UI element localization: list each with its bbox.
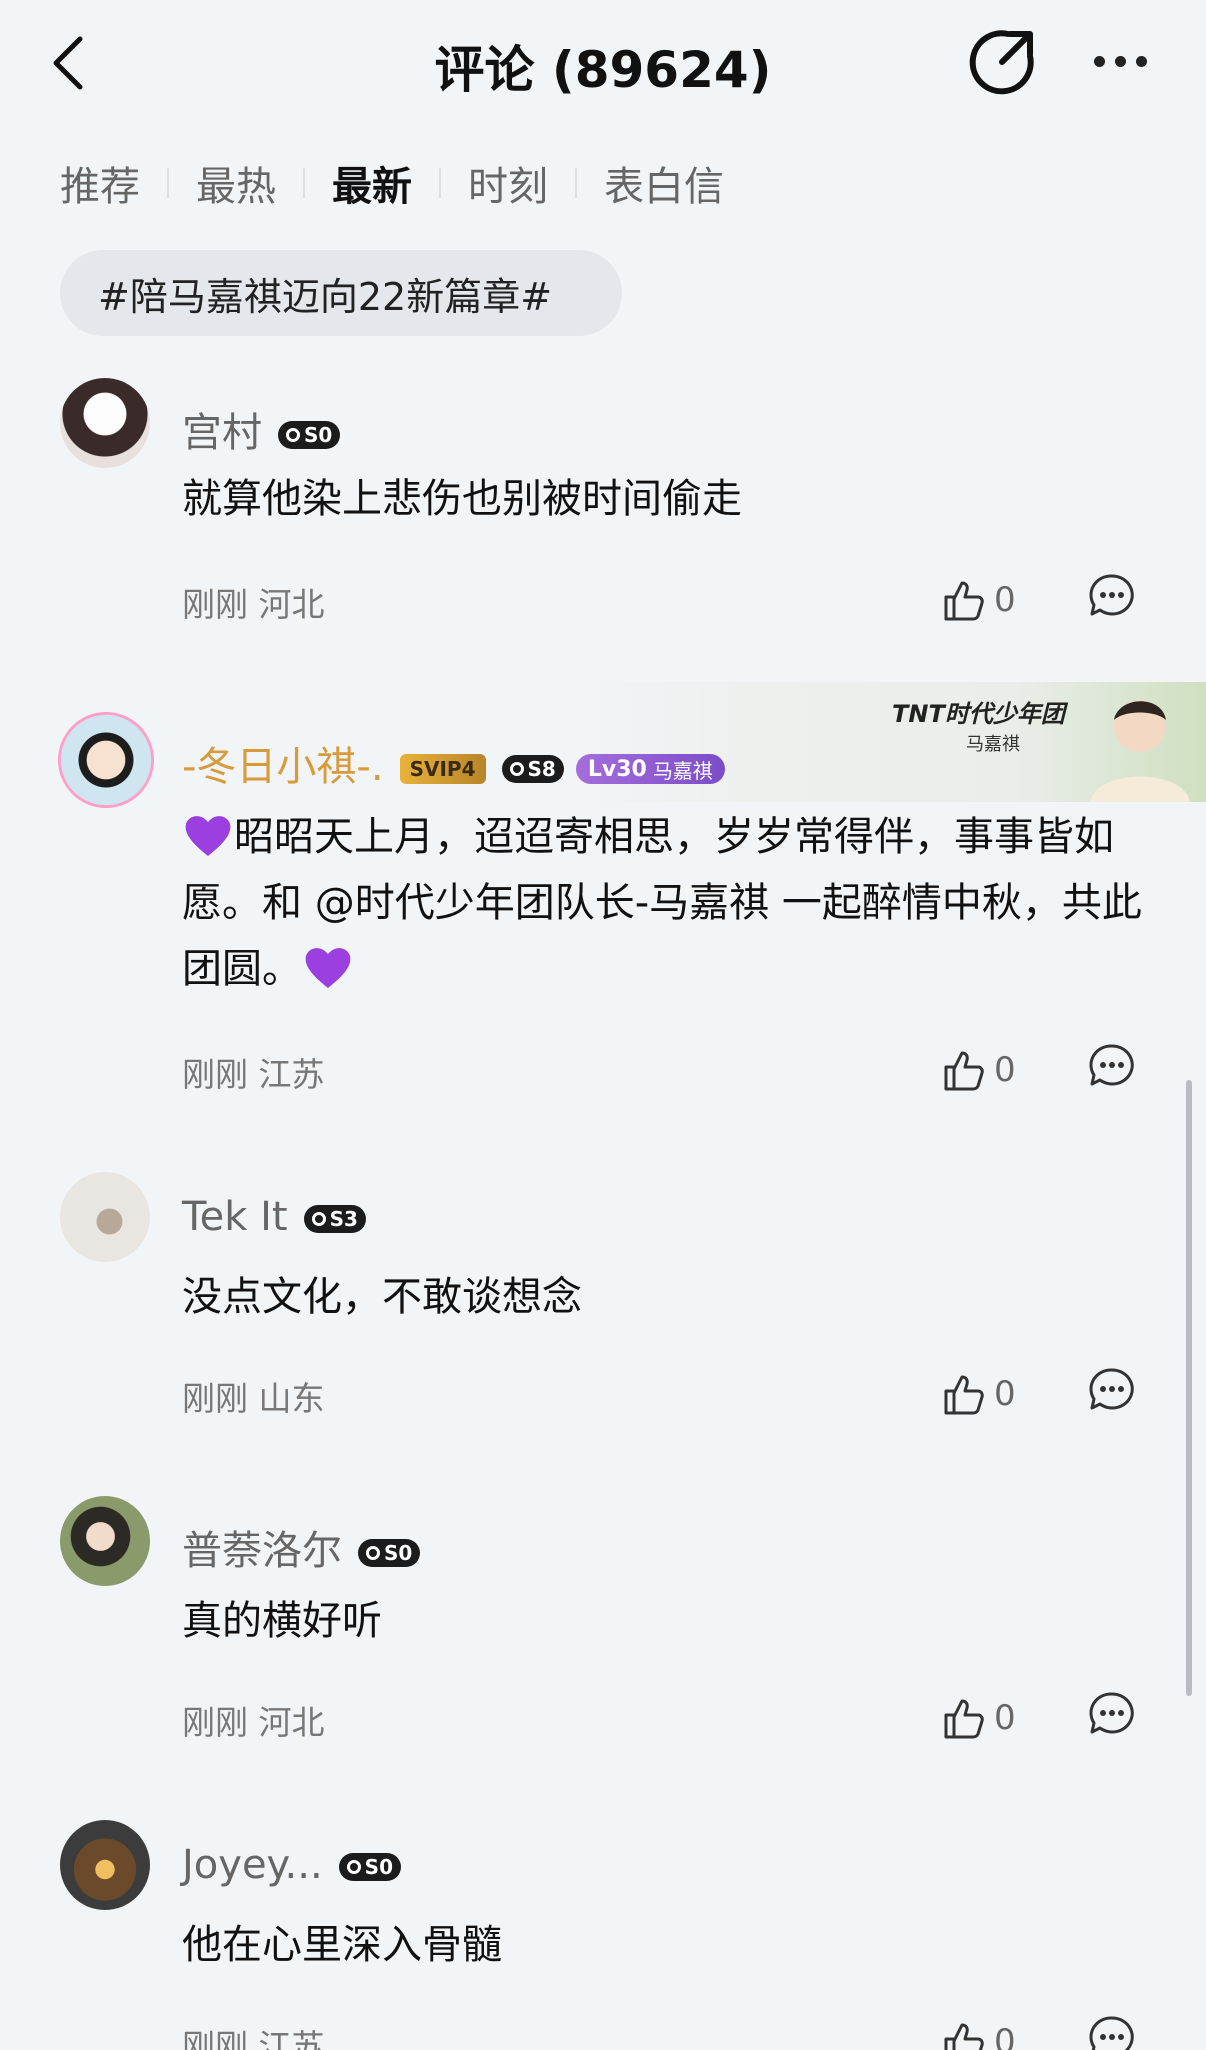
comments-page: 评论 (89624) 推荐 最热 最新 时刻 表白信 #陪马嘉祺迈向22新篇章# — [0, 0, 1206, 2050]
comment-bubble-icon — [1089, 1692, 1134, 1734]
comment-username[interactable]: -冬日小祺-. SVIP4 S8 Lv30 马嘉祺 — [182, 734, 725, 792]
share-button[interactable] — [968, 26, 1038, 96]
comment-username[interactable]: 普萘洛尔 S0 — [182, 1518, 421, 1576]
scrollbar[interactable] — [1186, 1080, 1192, 1696]
like-button[interactable]: 0 — [940, 1368, 1020, 1420]
avatar[interactable] — [58, 712, 154, 808]
thumbs-up-icon — [944, 581, 984, 621]
tab-divider — [303, 168, 305, 198]
reply-button[interactable] — [1088, 2014, 1136, 2050]
like-button[interactable]: 0 — [940, 1692, 1020, 1744]
reply-button[interactable] — [1088, 1366, 1136, 1414]
avatar[interactable] — [60, 1496, 150, 1586]
banner-person-image — [1090, 700, 1190, 802]
comment-username[interactable]: Tek It S3 — [182, 1194, 366, 1240]
tab-recommend[interactable]: 推荐 — [60, 154, 140, 212]
comment-username[interactable]: Joyey... S0 — [182, 1842, 401, 1888]
avatar[interactable] — [60, 378, 150, 468]
thumbs-up-icon — [944, 1699, 984, 1739]
reply-button[interactable] — [1088, 1042, 1136, 1090]
avatar[interactable] — [60, 1172, 150, 1262]
tab-moments[interactable]: 时刻 — [468, 154, 548, 212]
comment-username[interactable]: 宫村 S0 — [182, 400, 341, 458]
more-dot — [1115, 55, 1126, 67]
thumbs-up-icon — [944, 1051, 984, 1091]
comment-bubble-icon — [1089, 1368, 1134, 1410]
thumbs-up-icon — [944, 1375, 984, 1415]
topic-chip[interactable]: #陪马嘉祺迈向22新篇章# — [60, 250, 622, 336]
like-count: 0 — [994, 1050, 1016, 1090]
comment-bubble-icon — [1089, 1044, 1134, 1086]
comment-content: 他在心里深入骨髓 — [182, 1922, 502, 1968]
sort-tabs: 推荐 最热 最新 时刻 表白信 — [60, 150, 724, 216]
more-button[interactable] — [1094, 48, 1158, 74]
purple-heart-icon — [305, 948, 351, 988]
tab-divider — [167, 168, 169, 198]
fan-badge: Lv30 马嘉祺 — [575, 754, 725, 784]
comment-content: 没点文化，不敢谈想念 — [182, 1274, 582, 1320]
reply-button[interactable] — [1088, 572, 1136, 620]
header: 评论 (89624) — [0, 0, 1206, 130]
tab-love-letter[interactable]: 表白信 — [604, 154, 724, 212]
like-button[interactable]: 0 — [940, 1044, 1020, 1096]
comment-content: 昭昭天上月，迢迢寄相思，岁岁常得伴，事事皆如愿。和 @时代少年团队长-马嘉祺 一… — [182, 814, 1142, 992]
banner-brand: TNT时代少年团 — [892, 700, 1065, 728]
like-button[interactable]: 0 — [940, 2016, 1020, 2050]
avatar[interactable] — [60, 1820, 150, 1910]
thumbs-up-icon — [944, 2023, 984, 2050]
level-badge: S0 — [358, 1539, 421, 1567]
purple-heart-icon — [185, 816, 231, 856]
comment-content: 就算他染上悲伤也别被时间偷走 — [182, 476, 742, 522]
level-badge: S0 — [278, 421, 341, 449]
comment-bubble-icon — [1089, 2016, 1134, 2050]
comment-meta: 刚刚 河北 — [182, 1703, 325, 1742]
comment-meta: 刚刚 江苏 — [182, 1055, 325, 1094]
share-icon — [969, 30, 1034, 95]
more-dot — [1136, 55, 1147, 67]
more-dot — [1094, 55, 1105, 67]
tab-latest[interactable]: 最新 — [332, 154, 412, 212]
like-count: 0 — [994, 1698, 1016, 1738]
level-badge: S3 — [303, 1205, 366, 1233]
level-badge: S0 — [338, 1853, 401, 1881]
comment-content: 真的横好听 — [182, 1598, 382, 1644]
level-badge: S8 — [501, 755, 564, 783]
like-count: 0 — [994, 580, 1016, 620]
svip-badge: SVIP4 — [399, 754, 486, 784]
comment-meta: 刚刚 河北 — [182, 585, 325, 624]
like-count: 0 — [994, 1374, 1016, 1414]
tab-hottest[interactable]: 最热 — [196, 154, 276, 212]
comment-bubble-icon — [1089, 574, 1134, 616]
like-button[interactable]: 0 — [940, 574, 1020, 626]
banner-name: 马嘉祺 — [966, 734, 1020, 755]
comment-meta: 刚刚 江苏 — [182, 2027, 325, 2050]
tab-divider — [575, 168, 577, 198]
tab-divider — [439, 168, 441, 198]
like-count: 0 — [994, 2022, 1016, 2050]
comment-meta: 刚刚 山东 — [182, 1379, 325, 1418]
reply-button[interactable] — [1088, 1690, 1136, 1738]
